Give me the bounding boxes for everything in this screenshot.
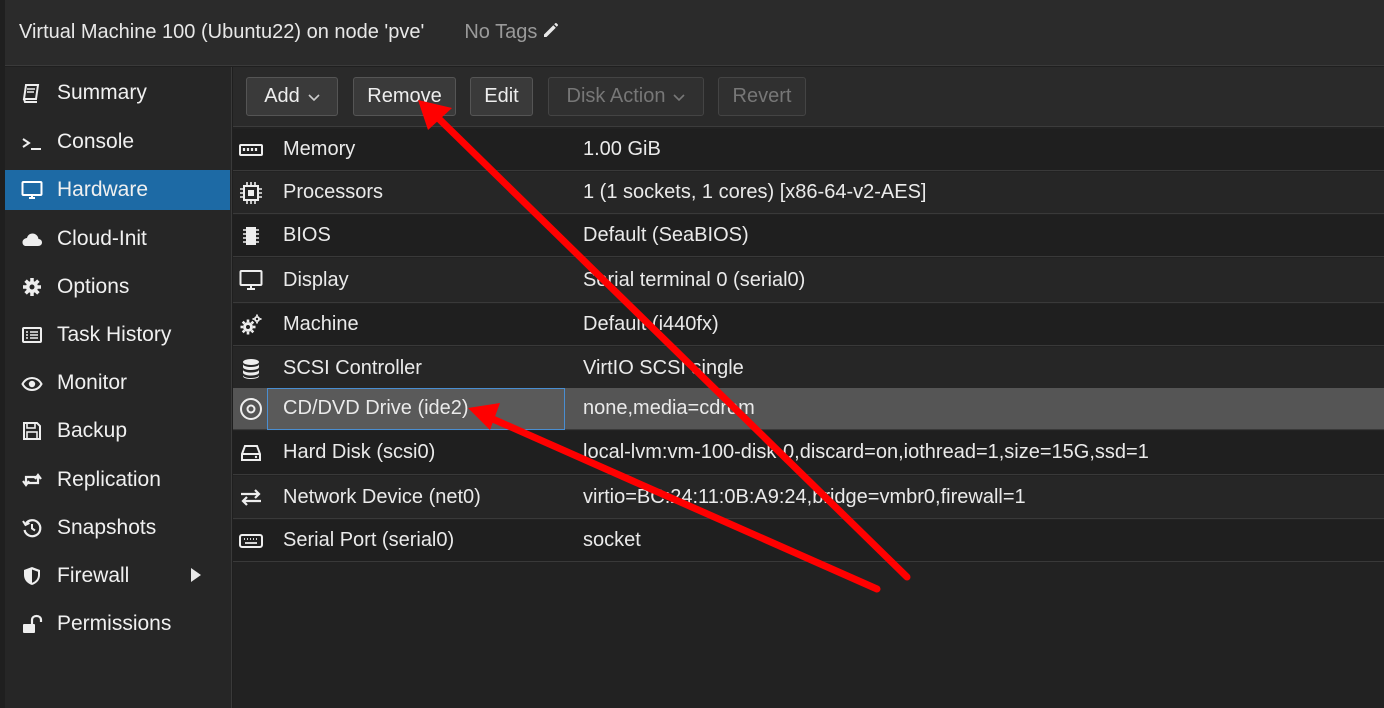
revert-button-label: Revert <box>732 85 792 107</box>
memory-icon <box>237 136 265 164</box>
hardware-name: BIOS <box>283 224 331 246</box>
table-row[interactable]: SCSI Controller VirtIO SCSI single <box>233 347 1384 391</box>
window-titlebar: Virtual Machine 100 (Ubuntu22) on node '… <box>5 0 1384 66</box>
terminal-icon <box>19 129 45 155</box>
sidebar-item-label: Backup <box>57 419 128 442</box>
hardware-name: Hard Disk (scsi0) <box>283 441 436 463</box>
disk-action-label: Disk Action <box>566 85 666 107</box>
disk-action-button[interactable]: Disk Action <box>548 77 704 116</box>
hdd-icon <box>237 439 265 467</box>
hardware-value: 1.00 GiB <box>583 138 661 160</box>
table-row[interactable]: BIOS Default (SeaBIOS) <box>233 215 1384 257</box>
hardware-value: Serial terminal 0 (serial0) <box>583 268 806 291</box>
sidebar-item-label: Snapshots <box>57 516 157 539</box>
hardware-name: Memory <box>283 138 356 160</box>
hardware-value: none,media=cdrom <box>583 397 755 419</box>
hardware-name: Processors <box>283 181 384 203</box>
sidebar-item-cloud-init[interactable]: Cloud-Init <box>5 219 230 259</box>
sidebar-nav: Summary Console Hardware Cloud-Init Opti… <box>5 67 232 708</box>
table-row[interactable]: Machine Default (i440fx) <box>233 304 1384 346</box>
chevron-down-icon <box>673 93 686 101</box>
sidebar-item-console[interactable]: Console <box>5 122 230 162</box>
sidebar-item-label: Monitor <box>57 371 128 394</box>
chip-icon <box>237 222 265 250</box>
hardware-panel: Add Remove Edit Disk Action Revert Memor… <box>233 67 1384 708</box>
hardware-value: VirtIO SCSI single <box>583 357 744 379</box>
cogs-icon <box>237 311 265 339</box>
exchange-icon <box>237 483 265 511</box>
desktop-icon <box>237 266 265 294</box>
sidebar-item-monitor[interactable]: Monitor <box>5 363 230 403</box>
table-row[interactable]: Network Device (net0) virtio=BC:24:11:0B… <box>233 476 1384 519</box>
sidebar-item-firewall[interactable]: Firewall <box>5 556 230 596</box>
unlock-icon <box>19 611 45 637</box>
sidebar-item-replication[interactable]: Replication <box>5 460 230 500</box>
sidebar-item-label: Task History <box>57 323 172 346</box>
table-row[interactable]: Serial Port (serial0) socket <box>233 520 1384 562</box>
sidebar-item-label: Firewall <box>57 564 130 587</box>
sidebar-item-label: Cloud-Init <box>57 227 147 250</box>
book-icon <box>19 80 45 106</box>
sidebar-item-options[interactable]: Options <box>5 267 230 307</box>
sidebar-item-label: Hardware <box>57 178 149 201</box>
hardware-name: Network Device (net0) <box>283 485 481 508</box>
sidebar-item-label: Permissions <box>57 612 172 635</box>
toolbar: Add Remove Edit Disk Action Revert <box>233 67 1384 127</box>
cpu-icon <box>237 179 265 207</box>
edit-button[interactable]: Edit <box>470 77 533 116</box>
database-icon <box>237 355 265 383</box>
hardware-name: CD/DVD Drive (ide2) <box>283 397 469 419</box>
sidebar-item-label: Summary <box>57 81 147 104</box>
table-row-selected[interactable]: CD/DVD Drive (ide2) none,media=cdrom <box>233 388 1384 430</box>
sidebar-item-backup[interactable]: Backup <box>5 411 230 451</box>
sidebar-item-task-history[interactable]: Task History <box>5 315 230 355</box>
monitor-icon <box>19 177 45 203</box>
hardware-name: Serial Port (serial0) <box>283 529 455 551</box>
floppy-icon <box>19 418 45 444</box>
hardware-value: 1 (1 sockets, 1 cores) [x86-64-v2-AES] <box>583 181 927 203</box>
sidebar-item-permissions[interactable]: Permissions <box>5 604 230 644</box>
hardware-value: socket <box>583 529 641 551</box>
table-row[interactable]: Hard Disk (scsi0) local-lvm:vm-100-disk-… <box>233 431 1384 475</box>
eye-icon <box>19 370 45 396</box>
sidebar-item-hardware[interactable]: Hardware <box>5 170 230 210</box>
page-title: Virtual Machine 100 (Ubuntu22) on node '… <box>19 21 425 43</box>
table-row[interactable]: Processors 1 (1 sockets, 1 cores) [x86-6… <box>233 172 1384 214</box>
sidebar-item-label: Console <box>57 130 135 153</box>
cdrom-icon <box>237 395 265 423</box>
add-button[interactable]: Add <box>246 77 338 116</box>
list-icon <box>19 322 45 348</box>
edit-button-label: Edit <box>484 85 519 107</box>
sidebar-item-label: Options <box>57 275 130 298</box>
chevron-down-icon <box>308 93 320 101</box>
revert-button[interactable]: Revert <box>718 77 806 116</box>
gear-icon <box>19 274 45 300</box>
add-button-label: Add <box>264 85 300 107</box>
remove-button-label: Remove <box>367 85 442 107</box>
cloud-icon <box>19 226 45 252</box>
hardware-value: virtio=BC:24:11:0B:A9:24,bridge=vmbr0,fi… <box>583 485 1026 508</box>
table-row[interactable]: Display Serial terminal 0 (serial0) <box>233 258 1384 303</box>
hardware-value: Default (SeaBIOS) <box>583 224 749 246</box>
retweet-icon <box>19 467 45 493</box>
table-row[interactable]: Memory 1.00 GiB <box>233 129 1384 171</box>
sidebar-item-summary[interactable]: Summary <box>5 73 230 113</box>
hardware-name: Display <box>283 268 349 291</box>
hardware-name: Machine <box>283 313 359 335</box>
sidebar-item-snapshots[interactable]: Snapshots <box>5 508 230 548</box>
shield-icon <box>19 563 45 589</box>
remove-button[interactable]: Remove <box>353 77 456 116</box>
hardware-value: local-lvm:vm-100-disk-0,discard=on,iothr… <box>583 441 1149 463</box>
hardware-name: SCSI Controller <box>283 357 422 379</box>
keyboard-icon <box>237 527 265 555</box>
history-icon <box>19 515 45 541</box>
hardware-value: Default (i440fx) <box>583 313 719 335</box>
expand-arrow-icon[interactable] <box>191 568 201 582</box>
sidebar-item-label: Replication <box>57 468 161 491</box>
pencil-icon[interactable] <box>541 20 561 46</box>
tags-label: No Tags <box>464 21 538 43</box>
tags-editor[interactable]: No Tags <box>464 20 561 46</box>
